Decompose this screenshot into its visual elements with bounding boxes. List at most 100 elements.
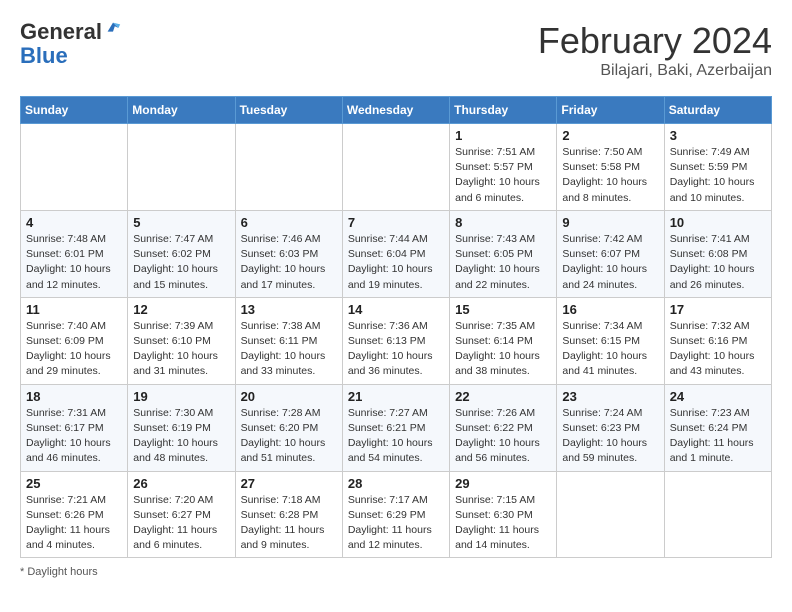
day-info: Sunrise: 7:26 AMSunset: 6:22 PMDaylight:… [455, 406, 551, 467]
day-info: Sunrise: 7:32 AMSunset: 6:16 PMDaylight:… [670, 319, 766, 380]
calendar-cell: 22 Sunrise: 7:26 AMSunset: 6:22 PMDayligh… [450, 384, 557, 471]
day-number: 19 [133, 389, 229, 404]
day-number: 25 [26, 476, 122, 491]
calendar-cell: 4 Sunrise: 7:48 AMSunset: 6:01 PMDaylight… [21, 210, 128, 297]
day-number: 14 [348, 302, 444, 317]
calendar-table: SundayMondayTuesdayWednesdayThursdayFrid… [20, 96, 772, 558]
calendar-cell: 13 Sunrise: 7:38 AMSunset: 6:11 PMDayligh… [235, 297, 342, 384]
calendar-week-row: 18Sunrise: 7:31 AMSunset: 6:17 PMDayligh… [21, 384, 772, 471]
day-info: Sunrise: 7:49 AMSunset: 5:59 PMDaylight:… [670, 145, 766, 206]
day-number: 12 [133, 302, 229, 317]
day-info: Sunrise: 7:50 AMSunset: 5:58 PMDaylight:… [562, 145, 658, 206]
day-number: 3 [670, 128, 766, 143]
day-info: Sunrise: 7:43 AMSunset: 6:05 PMDaylight:… [455, 232, 551, 293]
calendar-cell: 17 Sunrise: 7:32 AMSunset: 6:16 PMDayligh… [664, 297, 771, 384]
day-number: 7 [348, 215, 444, 230]
title-block: February 2024 Bilajari, Baki, Azerbaijan [538, 20, 772, 80]
calendar-week-row: 1 Sunrise: 7:51 AMSunset: 5:57 PMDaylight… [21, 124, 772, 211]
day-info: Sunrise: 7:42 AMSunset: 6:07 PMDaylight:… [562, 232, 658, 293]
day-number: 13 [241, 302, 337, 317]
day-number: 15 [455, 302, 551, 317]
day-number: 4 [26, 215, 122, 230]
day-info: Sunrise: 7:31 AMSunset: 6:17 PMDaylight:… [26, 406, 122, 467]
calendar-cell: 2 Sunrise: 7:50 AMSunset: 5:58 PMDaylight… [557, 124, 664, 211]
location-text: Bilajari, Baki, Azerbaijan [538, 62, 772, 80]
calendar-cell: 14Sunrise: 7:36 AMSunset: 6:13 PMDayligh… [342, 297, 449, 384]
logo-bird-icon [104, 19, 122, 37]
day-info: Sunrise: 7:47 AMSunset: 6:02 PMDaylight:… [133, 232, 229, 293]
day-number: 5 [133, 215, 229, 230]
calendar-cell: 25 Sunrise: 7:21 AMSunset: 6:26 PMDayligh… [21, 471, 128, 558]
calendar-cell: 29 Sunrise: 7:15 AMSunset: 6:30 PMDayligh… [450, 471, 557, 558]
day-info: Sunrise: 7:40 AMSunset: 6:09 PMDaylight:… [26, 319, 122, 380]
day-number: 20 [241, 389, 337, 404]
day-info: Sunrise: 7:48 AMSunset: 6:01 PMDaylight:… [26, 232, 122, 293]
calendar-header-row: SundayMondayTuesdayWednesdayThursdayFrid… [21, 97, 772, 124]
calendar-day-header: Wednesday [342, 97, 449, 124]
calendar-day-header: Tuesday [235, 97, 342, 124]
day-info: Sunrise: 7:30 AMSunset: 6:19 PMDaylight:… [133, 406, 229, 467]
day-info: Sunrise: 7:27 AMSunset: 6:21 PMDaylight:… [348, 406, 444, 467]
day-number: 21 [348, 389, 444, 404]
calendar-cell: 5 Sunrise: 7:47 AMSunset: 6:02 PMDaylight… [128, 210, 235, 297]
day-info: Sunrise: 7:51 AMSunset: 5:57 PMDaylight:… [455, 145, 551, 206]
calendar-cell: 18Sunrise: 7:31 AMSunset: 6:17 PMDayligh… [21, 384, 128, 471]
day-number: 16 [562, 302, 658, 317]
calendar-cell [557, 471, 664, 558]
calendar-day-header: Friday [557, 97, 664, 124]
day-number: 10 [670, 215, 766, 230]
day-number: 24 [670, 389, 766, 404]
day-number: 17 [670, 302, 766, 317]
day-info: Sunrise: 7:20 AMSunset: 6:27 PMDaylight:… [133, 493, 229, 554]
calendar-day-header: Saturday [664, 97, 771, 124]
day-info: Sunrise: 7:17 AMSunset: 6:29 PMDaylight:… [348, 493, 444, 554]
calendar-week-row: 11 Sunrise: 7:40 AMSunset: 6:09 PMDayligh… [21, 297, 772, 384]
day-number: 8 [455, 215, 551, 230]
calendar-day-header: Thursday [450, 97, 557, 124]
day-number: 11 [26, 302, 122, 317]
calendar-week-row: 25 Sunrise: 7:21 AMSunset: 6:26 PMDayligh… [21, 471, 772, 558]
calendar-cell [235, 124, 342, 211]
day-number: 27 [241, 476, 337, 491]
calendar-cell: 12Sunrise: 7:39 AMSunset: 6:10 PMDayligh… [128, 297, 235, 384]
day-number: 29 [455, 476, 551, 491]
calendar-cell: 28 Sunrise: 7:17 AMSunset: 6:29 PMDayligh… [342, 471, 449, 558]
calendar-cell: 6 Sunrise: 7:46 AMSunset: 6:03 PMDaylight… [235, 210, 342, 297]
calendar-cell [664, 471, 771, 558]
footer-note: * Daylight hours [20, 566, 772, 578]
calendar-cell: 8 Sunrise: 7:43 AMSunset: 6:05 PMDaylight… [450, 210, 557, 297]
calendar-cell: 10Sunrise: 7:41 AMSunset: 6:08 PMDayligh… [664, 210, 771, 297]
calendar-cell: 27 Sunrise: 7:18 AMSunset: 6:28 PMDayligh… [235, 471, 342, 558]
day-info: Sunrise: 7:15 AMSunset: 6:30 PMDaylight:… [455, 493, 551, 554]
calendar-cell: 20 Sunrise: 7:28 AMSunset: 6:20 PMDayligh… [235, 384, 342, 471]
calendar-cell [342, 124, 449, 211]
calendar-day-header: Monday [128, 97, 235, 124]
day-number: 6 [241, 215, 337, 230]
logo: General Blue [20, 20, 122, 68]
day-number: 9 [562, 215, 658, 230]
day-number: 1 [455, 128, 551, 143]
day-info: Sunrise: 7:18 AMSunset: 6:28 PMDaylight:… [241, 493, 337, 554]
calendar-cell: 1 Sunrise: 7:51 AMSunset: 5:57 PMDaylight… [450, 124, 557, 211]
calendar-cell: 26Sunrise: 7:20 AMSunset: 6:27 PMDayligh… [128, 471, 235, 558]
calendar-week-row: 4 Sunrise: 7:48 AMSunset: 6:01 PMDaylight… [21, 210, 772, 297]
day-number: 2 [562, 128, 658, 143]
page-header: General Blue February 2024 Bilajari, Bak… [20, 20, 772, 80]
calendar-cell: 21 Sunrise: 7:27 AMSunset: 6:21 PMDayligh… [342, 384, 449, 471]
day-info: Sunrise: 7:38 AMSunset: 6:11 PMDaylight:… [241, 319, 337, 380]
logo-general-text: General [20, 20, 102, 44]
day-number: 22 [455, 389, 551, 404]
calendar-cell [21, 124, 128, 211]
day-info: Sunrise: 7:46 AMSunset: 6:03 PMDaylight:… [241, 232, 337, 293]
day-info: Sunrise: 7:21 AMSunset: 6:26 PMDaylight:… [26, 493, 122, 554]
month-title: February 2024 [538, 20, 772, 62]
calendar-cell: 23Sunrise: 7:24 AMSunset: 6:23 PMDayligh… [557, 384, 664, 471]
calendar-cell: 15 Sunrise: 7:35 AMSunset: 6:14 PMDayligh… [450, 297, 557, 384]
day-info: Sunrise: 7:28 AMSunset: 6:20 PMDaylight:… [241, 406, 337, 467]
day-number: 23 [562, 389, 658, 404]
day-info: Sunrise: 7:35 AMSunset: 6:14 PMDaylight:… [455, 319, 551, 380]
logo-blue-text: Blue [20, 44, 122, 68]
day-info: Sunrise: 7:44 AMSunset: 6:04 PMDaylight:… [348, 232, 444, 293]
day-number: 28 [348, 476, 444, 491]
calendar-cell: 7 Sunrise: 7:44 AMSunset: 6:04 PMDaylight… [342, 210, 449, 297]
